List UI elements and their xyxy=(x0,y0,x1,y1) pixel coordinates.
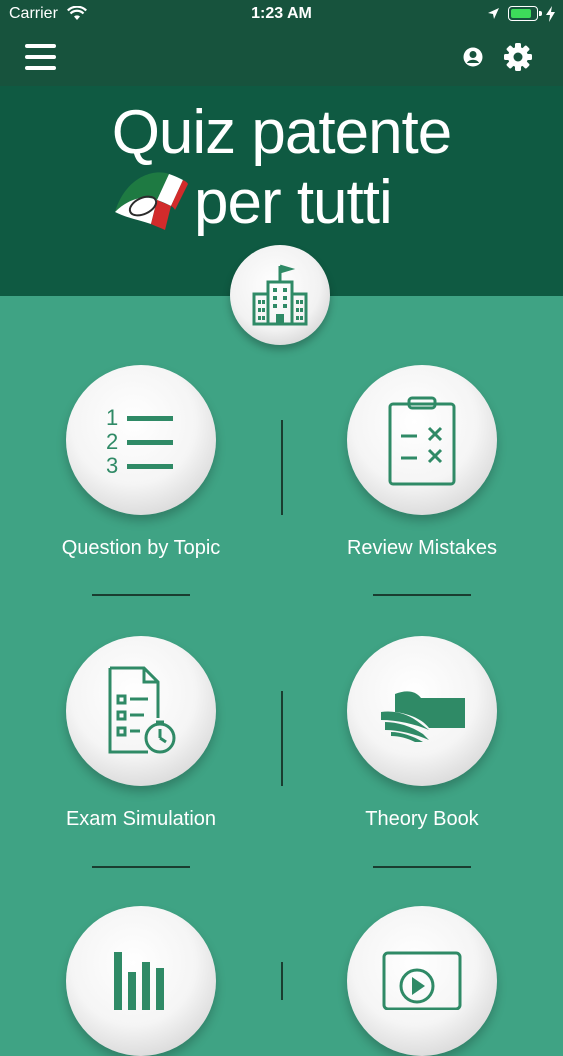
tile-video-lessons[interactable] xyxy=(281,906,563,1056)
tile-review-mistakes[interactable]: Review Mistakes xyxy=(281,365,563,575)
tile-label: Question by Topic xyxy=(61,537,221,559)
tile-question-by-topic[interactable]: 123 Question by Topic xyxy=(0,365,282,575)
status-bar: Carrier 1:23 AM xyxy=(0,0,563,30)
svg-text:1: 1 xyxy=(106,405,118,430)
review-mistakes-button[interactable] xyxy=(347,365,497,515)
hamburger-icon[interactable] xyxy=(25,44,56,70)
battery-icon xyxy=(508,6,542,21)
question-by-topic-button[interactable]: 123 xyxy=(66,365,216,515)
tile-statistics[interactable] xyxy=(0,906,282,1056)
battery-nub xyxy=(539,11,542,16)
divider xyxy=(92,866,190,868)
divider xyxy=(92,594,190,596)
user-icon[interactable] xyxy=(463,47,483,67)
tile-exam-simulation[interactable]: Exam Simulation xyxy=(0,636,282,846)
battery-fill xyxy=(511,9,531,18)
charging-bolt-icon xyxy=(546,6,555,22)
driving-school-button[interactable] xyxy=(230,245,330,345)
clock: 1:23 AM xyxy=(251,5,312,22)
divider-vertical xyxy=(281,962,283,1000)
building-icon xyxy=(252,264,308,326)
tile-label: Theory Book xyxy=(365,808,479,830)
svg-text:3: 3 xyxy=(106,453,118,478)
divider xyxy=(373,594,471,596)
theory-book-button[interactable] xyxy=(347,636,497,786)
video-play-icon xyxy=(382,951,462,1010)
clipboard-check-icon xyxy=(388,396,456,486)
numbered-list-icon: 123 xyxy=(106,405,173,478)
app-title-line2: per tutti xyxy=(194,168,393,237)
tile-theory-book[interactable]: Theory Book xyxy=(281,636,563,846)
exam-simulation-button[interactable] xyxy=(66,636,216,786)
gear-icon[interactable] xyxy=(503,42,533,72)
bar-chart-icon xyxy=(114,952,164,1010)
video-lessons-button[interactable] xyxy=(347,906,497,1056)
tile-label: Review Mistakes xyxy=(346,537,498,559)
statistics-button[interactable] xyxy=(66,906,216,1056)
svg-text:2: 2 xyxy=(106,429,118,454)
app-title-line1: Quiz patente xyxy=(111,98,453,167)
tile-label: Exam Simulation xyxy=(65,808,217,830)
book-icon xyxy=(381,691,465,742)
timed-exam-icon xyxy=(108,666,176,754)
divider xyxy=(373,866,471,868)
nav-bar xyxy=(0,30,563,86)
divider-vertical xyxy=(281,691,283,786)
divider-vertical xyxy=(281,420,283,515)
italian-flag-car-icon xyxy=(115,172,188,230)
location-arrow-icon xyxy=(488,8,499,19)
